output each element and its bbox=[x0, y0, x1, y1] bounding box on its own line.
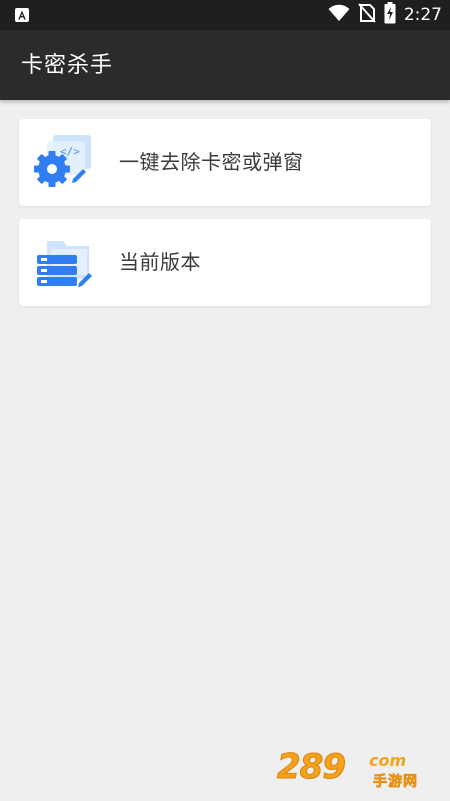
current-version-button[interactable]: 当前版本 bbox=[19, 219, 431, 306]
remove-card-popup-label: 一键去除卡密或弹窗 bbox=[119, 150, 304, 174]
server-folder-icon bbox=[33, 231, 95, 293]
no-sim-icon bbox=[358, 3, 376, 27]
code-gear-icon: </> bbox=[33, 131, 95, 193]
app-title: 卡密杀手 bbox=[21, 53, 114, 78]
watermark-cn-text: 手游网 bbox=[373, 774, 418, 791]
battery-charging-icon bbox=[384, 2, 396, 28]
status-bar: 2:27 bbox=[0, 0, 450, 30]
watermark-suffix: com bbox=[369, 751, 407, 770]
status-time: 2:27 bbox=[403, 5, 442, 25]
wifi-icon bbox=[328, 4, 350, 26]
watermark-logo: 289 com 手游网 bbox=[277, 749, 442, 793]
android-a-icon bbox=[14, 7, 30, 23]
watermark-digits: 289 bbox=[277, 747, 347, 787]
current-version-label: 当前版本 bbox=[119, 250, 201, 274]
remove-card-popup-button[interactable]: </> 一键去除卡密或弹窗 bbox=[19, 119, 431, 206]
app-bar: 卡密杀手 bbox=[0, 30, 450, 100]
